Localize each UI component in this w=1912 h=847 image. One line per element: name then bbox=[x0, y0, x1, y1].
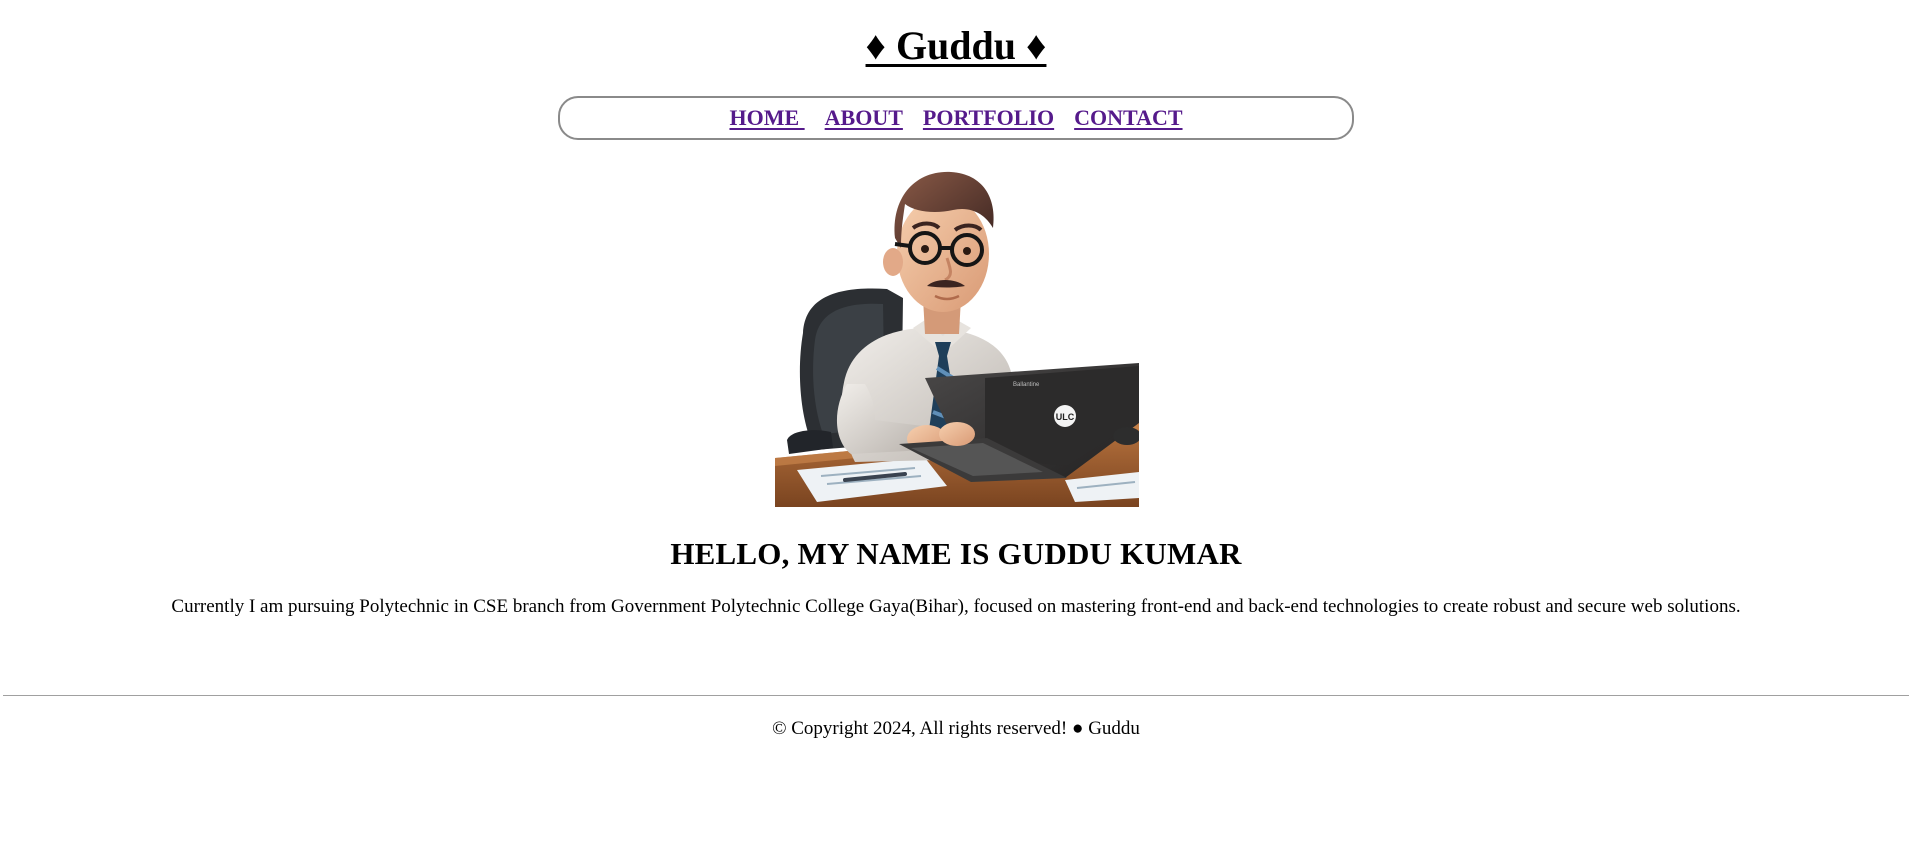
page: ♦ Guddu ♦ HOME ABOUT PORTFOLIO CONTACT U… bbox=[0, 0, 1912, 847]
nav-link-about[interactable]: ABOUT bbox=[825, 105, 903, 131]
footer-divider bbox=[3, 695, 1909, 696]
main-nav: HOME ABOUT PORTFOLIO CONTACT bbox=[558, 96, 1354, 140]
nav-link-contact[interactable]: CONTACT bbox=[1074, 105, 1182, 131]
developer-illustration: ULC Ballantine bbox=[775, 171, 1139, 507]
svg-text:Ballantine: Ballantine bbox=[1013, 382, 1040, 388]
nav-link-home[interactable]: HOME bbox=[729, 105, 804, 131]
site-title: ♦ Guddu ♦ bbox=[0, 22, 1912, 70]
site-title-link[interactable]: ♦ Guddu ♦ bbox=[866, 23, 1047, 68]
svg-text:ULC: ULC bbox=[1056, 412, 1075, 422]
page-heading: HELLO, MY NAME IS GUDDU KUMAR bbox=[670, 536, 1242, 571]
nav-link-portfolio[interactable]: PORTFOLIO bbox=[923, 105, 1054, 131]
hero-image: ULC Ballantine bbox=[775, 158, 1139, 507]
footer-copyright: © Copyright 2024, All rights reserved! ●… bbox=[772, 718, 1140, 739]
intro-paragraph: Currently I am pursuing Polytechnic in C… bbox=[171, 596, 1741, 617]
